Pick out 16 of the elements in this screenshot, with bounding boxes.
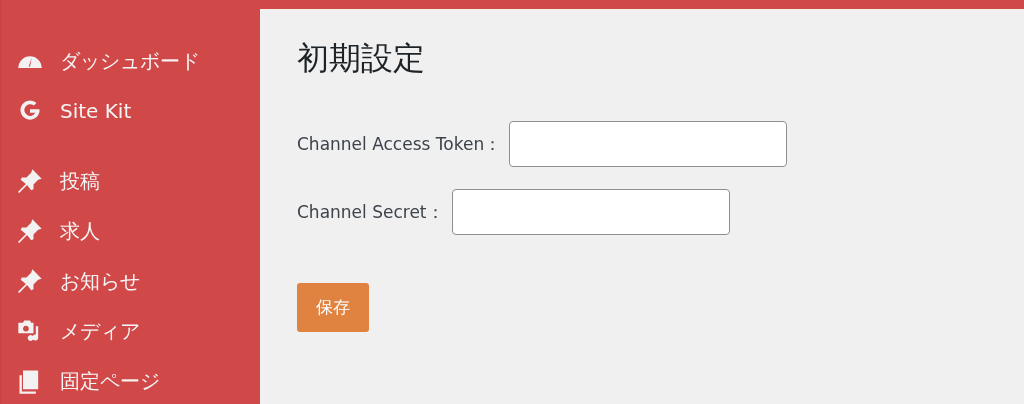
field-label: Channel Secret：: [297, 200, 444, 224]
input-field[interactable]: [451, 189, 730, 235]
save-button[interactable]: 保存: [297, 283, 369, 332]
sidebar-item[interactable]: ダッシュボード: [2, 36, 260, 86]
field-label: Channel Access Token：: [297, 132, 502, 156]
pin-icon: [16, 217, 44, 245]
sidebar-item[interactable]: 求人: [2, 206, 260, 256]
sidebar-item[interactable]: お知らせ: [2, 256, 260, 306]
page-title: 初期設定: [297, 38, 426, 79]
sidebar-item[interactable]: メディア: [2, 306, 260, 356]
pin-icon: [16, 267, 44, 295]
sidebar-item[interactable]: 固定ページ: [2, 356, 260, 404]
sidebar-item[interactable]: 投稿: [2, 156, 260, 206]
pin-icon: [16, 167, 44, 195]
sidebar-item[interactable]: Site Kit: [2, 86, 260, 136]
input-field[interactable]: [509, 121, 788, 167]
